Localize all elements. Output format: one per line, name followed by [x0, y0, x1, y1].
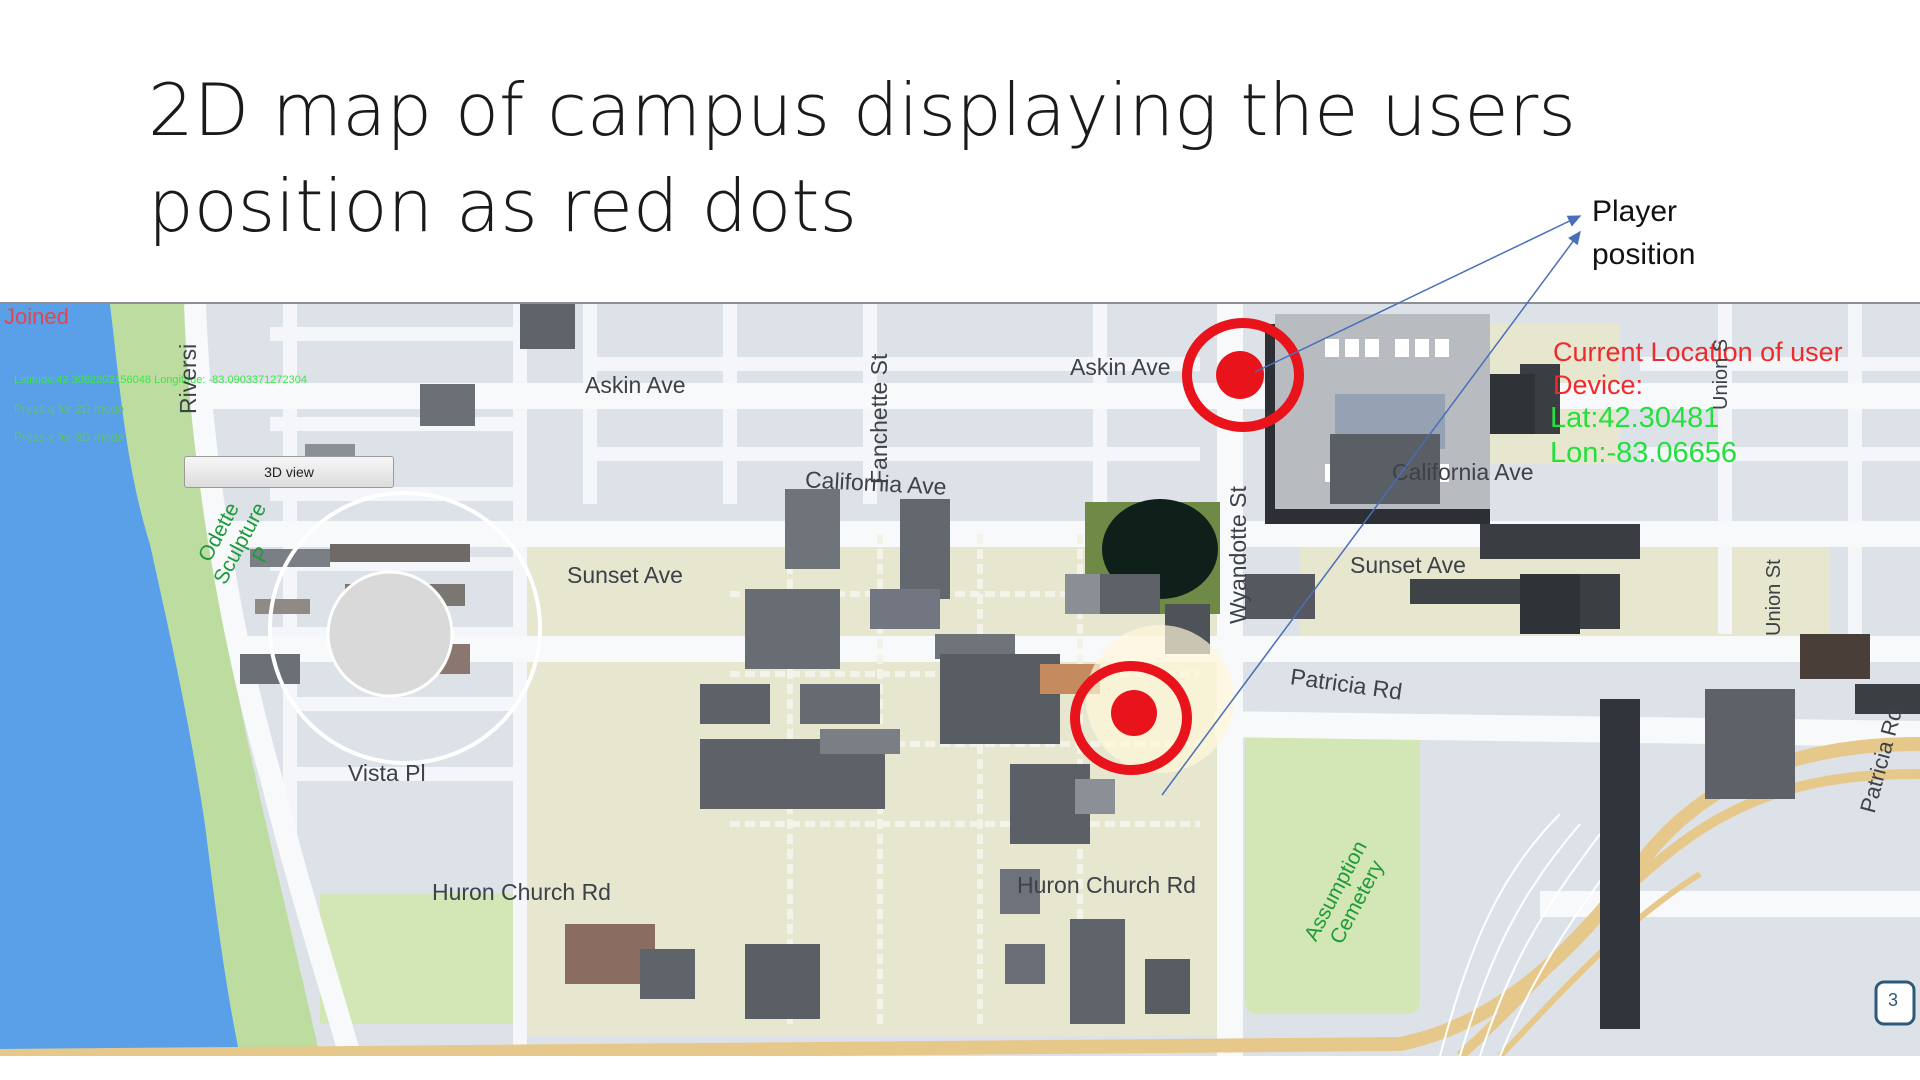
current-longitude: Lon:-83.06656 — [1550, 437, 1738, 469]
campus-map[interactable]: Joined Latitude:42.3082202156048 Longitu… — [0, 302, 1920, 1056]
vista-park — [320, 894, 520, 1024]
callout-line-1: Player — [1592, 195, 1678, 228]
street-wyandotte: Wyandotte St — [1225, 486, 1251, 624]
cemetery-park — [1245, 724, 1420, 1014]
street-riverside: Riversi — [175, 343, 201, 414]
street-fanchette: Fanchette St — [866, 353, 892, 484]
current-location-title-line-1: Current Location of user — [1553, 337, 1843, 367]
hint-3d-mode: Press e for 3D mode — [14, 430, 125, 444]
street-union-top: Union S — [1710, 338, 1732, 410]
slide-title-line-1: 2D map of campus displaying the users — [148, 68, 1576, 152]
3d-view-button[interactable]: 3D view — [184, 456, 394, 488]
street-askin-right: Askin Ave — [1070, 354, 1171, 380]
current-latitude: Lat:42.30481 — [1550, 402, 1720, 434]
hint-2d-mode: Press q for 2D mode — [14, 402, 125, 416]
street-askin-left: Askin Ave — [585, 372, 686, 398]
street-vista: Vista Pl — [348, 760, 426, 786]
slide-title: 2D map of campus displaying the users po… — [148, 62, 1648, 254]
zoom-knob[interactable] — [326, 570, 454, 698]
street-california-right: California Ave — [1392, 459, 1534, 485]
street-sunset-right: Sunset Ave — [1350, 552, 1466, 578]
street-huron-left: Huron Church Rd — [432, 879, 611, 905]
player-position-callout: Player position — [1592, 190, 1695, 276]
callout-line-2: position — [1592, 238, 1696, 271]
gps-coordinates: Latitude:42.3082202156048 Longitude: -83… — [14, 374, 307, 386]
slide-title-line-2: position as red dots — [148, 164, 857, 248]
joined-status: Joined — [4, 304, 69, 329]
route-number: 3 — [1888, 990, 1899, 1010]
street-sunset-left: Sunset Ave — [567, 562, 683, 588]
street-huron-right: Huron Church Rd — [1017, 872, 1196, 898]
current-location-title-line-2: Device: — [1553, 370, 1644, 400]
street-union-mid: Union St — [1763, 559, 1785, 636]
current-location-title: Current Location of user Device: — [1553, 336, 1843, 402]
